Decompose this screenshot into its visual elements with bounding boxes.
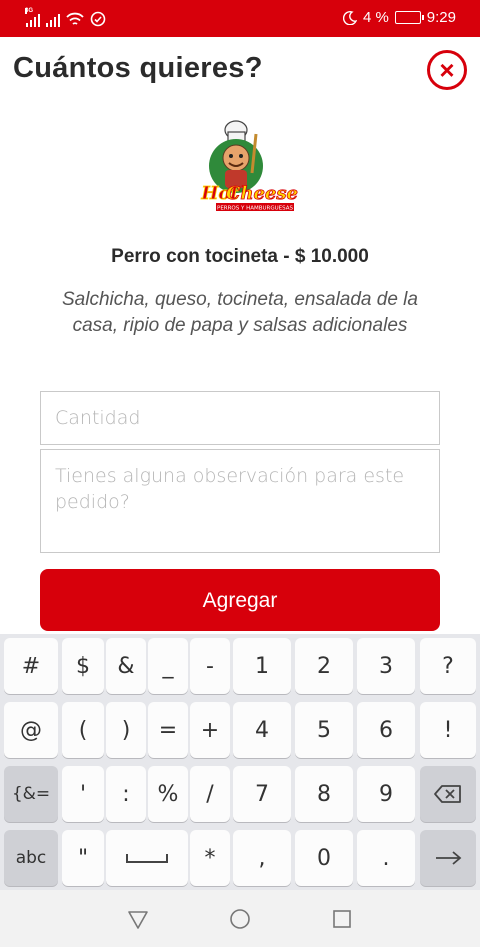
key-question[interactable]: ? [420,638,476,694]
status-bar-left: 3G [25,8,106,27]
wifi-icon [66,12,84,25]
space-key[interactable] [106,830,188,886]
logo-word-cheese: Cheese [226,183,298,204]
key-equals[interactable]: = [148,702,188,758]
key-7[interactable]: 7 [233,766,291,822]
home-icon[interactable] [229,908,251,930]
space-icon [126,854,168,863]
key-quote[interactable]: " [62,830,104,886]
key-underscore[interactable]: _ [148,638,188,694]
key-0[interactable]: 0 [295,830,353,886]
product-name: Perro con tocineta - $ 10.000 [111,246,369,267]
battery-icon [394,11,424,24]
key-period[interactable]: . [357,830,415,886]
status-bar-right: 4 % 9:29 [342,9,456,26]
sync-icon [90,11,106,27]
back-icon[interactable] [127,908,149,930]
network-type: 3G [25,8,34,14]
signal-icon: 3G [25,8,40,27]
backspace-key[interactable] [420,766,476,822]
key-slash[interactable]: / [190,766,230,822]
page-title: Cuántos quieres? [13,52,263,84]
quantity-input[interactable]: Cantidad [40,391,440,445]
moon-icon [342,10,357,25]
key-hash[interactable]: # [4,638,58,694]
key-8[interactable]: 8 [295,766,353,822]
key-abc[interactable]: abc [4,830,58,886]
key-3[interactable]: 3 [357,638,415,694]
close-button[interactable]: × [427,50,467,90]
key-plus[interactable]: + [190,702,230,758]
enter-key[interactable] [420,830,476,886]
key-4[interactable]: 4 [233,702,291,758]
key-5[interactable]: 5 [295,702,353,758]
key-2[interactable]: 2 [295,638,353,694]
signal-icon [46,13,60,27]
key-colon[interactable]: : [106,766,146,822]
key-paren-open[interactable]: ( [62,702,104,758]
add-button[interactable]: Agregar [40,569,440,631]
clock: 9:29 [426,9,456,26]
product-description: Salchicha, queso, tocineta, ensalada de … [62,289,418,336]
notes-textarea[interactable]: Tienes alguna observación para este pedi… [40,449,440,553]
navigation-bar [0,890,480,947]
key-exclamation[interactable]: ! [420,702,476,758]
key-ampersand[interactable]: & [106,638,146,694]
key-asterisk[interactable]: * [190,830,230,886]
brand-logo: Hot Cheese PERROS Y HAMBURGUESAS [200,120,298,212]
key-minus[interactable]: - [190,638,230,694]
key-6[interactable]: 6 [357,702,415,758]
key-comma[interactable]: , [233,830,291,886]
key-percent[interactable]: % [148,766,188,822]
key-at[interactable]: @ [4,702,58,758]
key-dollar[interactable]: $ [62,638,104,694]
key-paren-close[interactable]: ) [106,702,146,758]
close-icon: × [439,55,455,85]
backspace-icon [434,785,461,803]
recents-icon[interactable] [331,908,353,930]
key-more-symbols[interactable]: {&= [4,766,58,822]
on-screen-keyboard: # $ & _ - 1 2 3 ? @ ( ) = + 4 5 6 ! {&= … [0,634,480,890]
enter-arrow-icon [436,851,462,865]
battery-percent: 4 % [362,9,389,26]
key-9[interactable]: 9 [357,766,415,822]
key-apostrophe[interactable]: ' [62,766,104,822]
key-1[interactable]: 1 [233,638,291,694]
status-bar: 3G 4 % 9:29 [0,0,480,37]
logo-tagline: PERROS Y HAMBURGUESAS [217,206,293,212]
